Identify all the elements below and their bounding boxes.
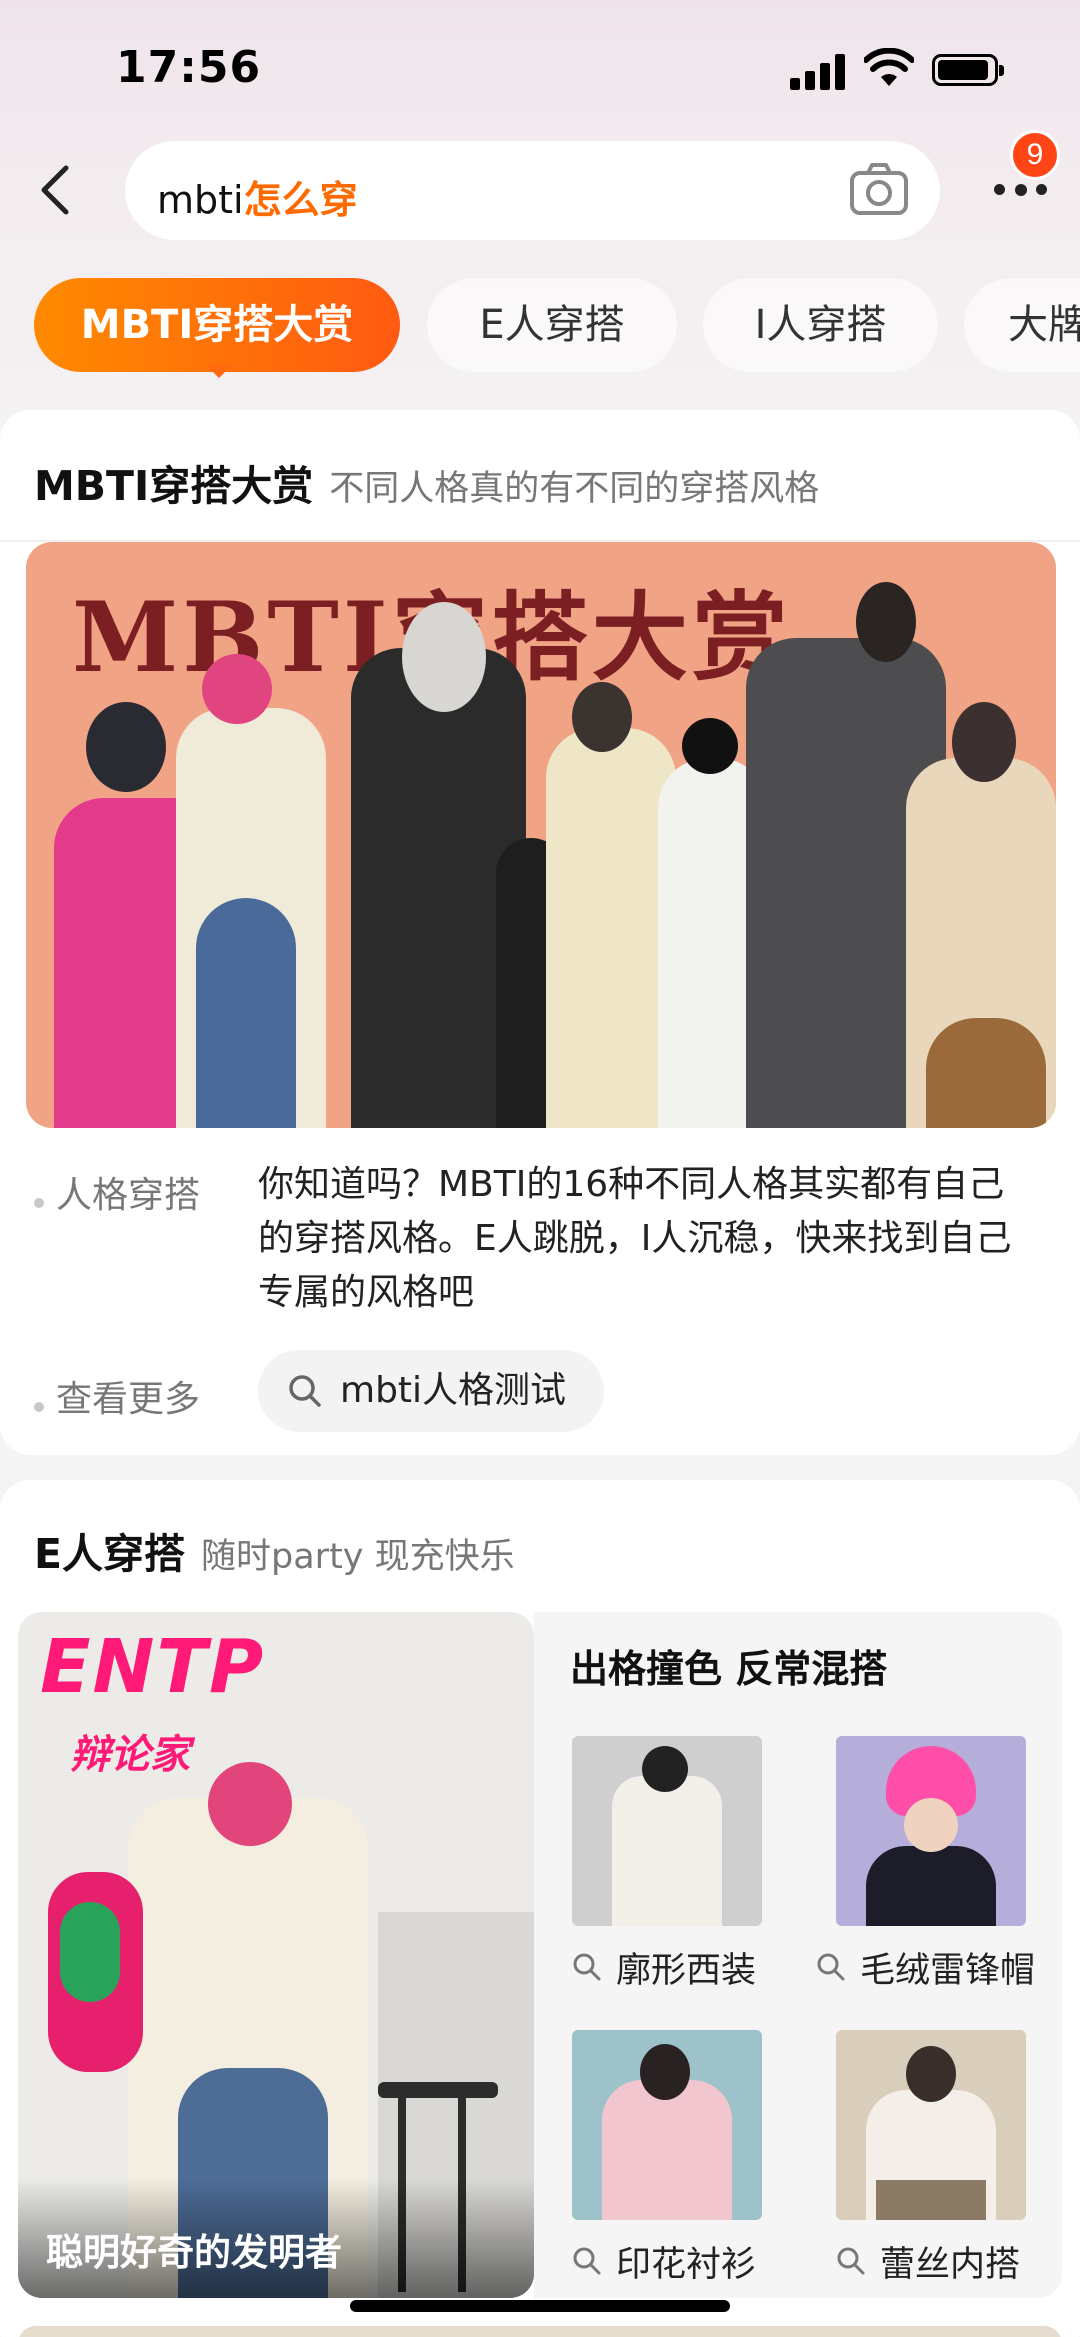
poster-caption-text: 聪明好奇的发明者	[46, 2231, 342, 2274]
search-icon	[837, 2247, 865, 2275]
style-recommendation-panel: 出格撞色 反常混搭 廓形西装 毛绒雷锋帽 印花衬衫 蕾丝内搭	[534, 1612, 1062, 2298]
search-input[interactable]: mbti怎么穿	[125, 141, 940, 240]
chip-label: mbti人格测试	[340, 1370, 567, 1411]
mbti-test-search-chip[interactable]: mbti人格测试	[258, 1350, 605, 1432]
battery-icon	[932, 54, 1004, 86]
panel-title: 出格撞色 反常混搭	[570, 1647, 888, 1691]
e-section-subtitle: 随时party 现充快乐	[201, 1537, 515, 1577]
mbti-section-card: MBTI穿搭大赏不同人格真的有不同的穿搭风格 MBTI穿搭大赏 人格穿搭 你知道…	[0, 410, 1080, 1455]
item-label-hat[interactable]: 毛绒雷锋帽	[816, 1942, 1035, 1993]
search-query-highlight: 怎么穿	[243, 178, 358, 222]
search-icon	[573, 1953, 601, 1981]
search-query: mbti怎么穿	[157, 169, 358, 224]
back-arrow-icon[interactable]	[30, 160, 82, 220]
tab-mbti-outfits[interactable]: MBTI穿搭大赏	[34, 278, 400, 372]
wifi-icon	[864, 48, 914, 86]
mbti-section-subtitle: 不同人格真的有不同的穿搭风格	[329, 469, 820, 509]
camera-icon[interactable]	[848, 159, 910, 219]
search-query-prefix: mbti	[157, 178, 244, 222]
item-label-blazer[interactable]: 廓形西装	[572, 1942, 756, 1993]
item-label-shirt[interactable]: 印花衬衫	[572, 2236, 756, 2287]
more-row: 查看更多	[34, 1370, 200, 1422]
category-tabs: MBTI穿搭大赏 E人穿搭 I人穿搭 大牌	[0, 278, 1080, 378]
mbti-banner-image[interactable]: MBTI穿搭大赏	[26, 542, 1056, 1128]
next-section-preview	[18, 2326, 1062, 2337]
active-tab-indicator	[205, 364, 233, 378]
item-label-text: 毛绒雷锋帽	[860, 1951, 1036, 1991]
mbti-description: 你知道吗？MBTI的16种不同人格其实都有自己的穿搭风格。E人跳脱，I人沉稳，快…	[258, 1164, 1012, 1313]
cellular-signal-icon	[790, 52, 846, 90]
tab-e-outfits[interactable]: E人穿搭	[427, 278, 677, 372]
entp-poster[interactable]: ENTP 辩论家 聪明好奇的发明者	[18, 1612, 534, 2298]
poster-type-code: ENTP	[40, 1624, 266, 1710]
tab-big-brands[interactable]: 大牌	[964, 278, 1080, 372]
item-label-text: 蕾丝内搭	[880, 2245, 1021, 2285]
bullet-dot	[34, 1401, 44, 1412]
item-label-text: 廓形西装	[616, 1951, 757, 1991]
search-icon	[289, 1375, 321, 1407]
thumb-lace-top[interactable]	[836, 2030, 1026, 2220]
thumb-printed-shirt[interactable]	[572, 2030, 762, 2220]
thumb-oversized-blazer[interactable]	[572, 1736, 762, 1926]
persona-label: 人格穿搭	[56, 1175, 201, 1216]
bullet-dot	[34, 1197, 44, 1208]
home-indicator[interactable]	[350, 2300, 730, 2312]
mbti-section-header: MBTI穿搭大赏 不同人格真的有不同的穿搭风格	[34, 452, 819, 512]
e-section-header: E人穿搭 随时party 现充快乐	[34, 1520, 515, 1580]
notification-badge: 9	[1010, 130, 1060, 180]
status-bar: 17:56	[0, 0, 1080, 130]
item-label-text: 印花衬衫	[616, 2245, 757, 2285]
search-icon	[573, 2247, 601, 2275]
poster-caption: 聪明好奇的发明者	[18, 2178, 534, 2298]
tab-i-outfits[interactable]: I人穿搭	[703, 278, 938, 372]
status-time: 17:56	[116, 42, 262, 93]
item-label-lace[interactable]: 蕾丝内搭	[836, 2236, 1020, 2287]
figure-cream-dress	[546, 728, 676, 1128]
search-icon	[817, 1953, 845, 1981]
e-section-card: E人穿搭 随时party 现充快乐 ENTP 辩论家 聪明好奇的发明者 出格撞色 …	[0, 1480, 1080, 2337]
mbti-section-title: MBTI穿搭大赏	[34, 462, 314, 510]
see-more-label[interactable]: 查看更多	[56, 1379, 200, 1420]
poster-type-name: 辩论家	[70, 1732, 190, 1778]
thumb-fluffy-hat[interactable]	[836, 1736, 1026, 1926]
e-section-title: E人穿搭	[34, 1530, 186, 1578]
persona-row: 人格穿搭	[34, 1166, 200, 1218]
